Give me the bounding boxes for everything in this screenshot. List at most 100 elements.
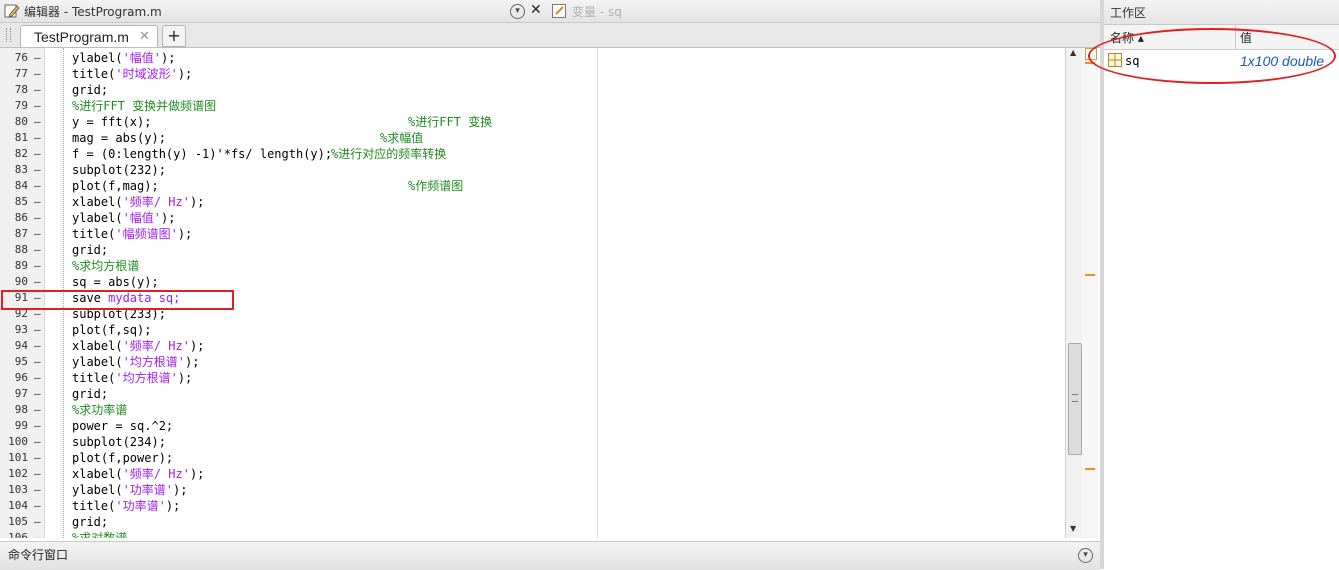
- command-window-menu-icon[interactable]: ▾: [1078, 548, 1093, 563]
- code-text: grid;: [72, 82, 108, 98]
- line-number: 88: [14, 243, 28, 256]
- breakpoint-marker[interactable]: –: [34, 274, 41, 290]
- code-text: grid;: [72, 242, 108, 258]
- breakpoint-marker[interactable]: –: [34, 482, 41, 498]
- breakpoint-marker[interactable]: –: [34, 146, 41, 162]
- line-number: 97: [14, 387, 28, 400]
- code-line[interactable]: 96– title('均方根谱');: [0, 370, 1065, 386]
- workspace-title-bar: 工作区: [1104, 0, 1339, 25]
- breakpoint-marker[interactable]: –: [34, 242, 41, 258]
- code-string: '功率谱': [115, 499, 166, 513]
- code-line[interactable]: 82– f = (0:length(y) -1)'*fs/ length(y);%…: [0, 146, 1065, 162]
- code-text: grid;: [72, 514, 108, 530]
- code-comment: %进行对应的频率转换: [331, 147, 447, 161]
- breakpoint-marker[interactable]: –: [34, 50, 41, 66]
- code-line[interactable]: 105– grid;: [0, 514, 1065, 530]
- code-line[interactable]: 87– title('幅频谱图');: [0, 226, 1065, 242]
- code-string: '频率/ Hz': [122, 339, 190, 353]
- code-line[interactable]: 83– subplot(232);: [0, 162, 1065, 178]
- breakpoint-marker[interactable]: –: [34, 114, 41, 130]
- code-line[interactable]: 77– title('时域波形');: [0, 66, 1065, 82]
- scroll-thumb-grip: [1072, 394, 1078, 402]
- code-line[interactable]: 101– plot(f,power);: [0, 450, 1065, 466]
- line-number: 95: [14, 355, 28, 368]
- breakpoint-marker[interactable]: –: [34, 402, 41, 418]
- code-line[interactable]: 100– subplot(234);: [0, 434, 1065, 450]
- warning-marker[interactable]: [1085, 468, 1095, 470]
- code-line[interactable]: 80– y = fft(x); %进行FFT 变换: [0, 114, 1065, 130]
- breakpoint-marker[interactable]: –: [34, 226, 41, 242]
- code-string: '幅频谱图': [115, 227, 178, 241]
- breakpoint-marker[interactable]: –: [34, 514, 41, 530]
- code-line[interactable]: 85– xlabel('频率/ Hz');: [0, 194, 1065, 210]
- editor-close-icon[interactable]: ✕: [530, 2, 542, 18]
- breakpoint-marker[interactable]: –: [34, 322, 41, 338]
- breakpoint-marker[interactable]: –: [34, 258, 41, 274]
- code-string: '功率谱': [122, 483, 174, 497]
- editor-vertical-scrollbar[interactable]: ▲ ▼: [1065, 48, 1083, 538]
- warning-marker[interactable]: [1085, 274, 1095, 276]
- variable-editor-icon[interactable]: [552, 4, 566, 18]
- breakpoint-marker[interactable]: –: [34, 450, 41, 466]
- code-line[interactable]: 102– xlabel('频率/ Hz');: [0, 466, 1065, 482]
- tab-close-icon[interactable]: ✕: [139, 29, 150, 44]
- breakpoint-marker[interactable]: –: [34, 178, 41, 194]
- breakpoint-marker[interactable]: –: [34, 386, 41, 402]
- code-line[interactable]: 86– ylabel('幅值');: [0, 210, 1065, 226]
- code-tail: );: [189, 195, 205, 209]
- code-text: title('功率谱');: [72, 498, 180, 514]
- code-editor[interactable]: 76– ylabel('幅值'); 77– title('时域波形'); 78– grid…: [0, 48, 1065, 538]
- code-line[interactable]: 79– %进行FFT 变换并做频谱图: [0, 98, 1065, 114]
- breakpoint-marker[interactable]: –: [34, 98, 41, 114]
- breakpoint-marker[interactable]: –: [34, 210, 41, 226]
- line-number: 85: [14, 195, 28, 208]
- breakpoint-marker[interactable]: –: [34, 354, 41, 370]
- code-line[interactable]: 106– %求对数谱: [0, 530, 1065, 538]
- code-line[interactable]: 81– mag = abs(y); %求幅值: [0, 130, 1065, 146]
- breakpoint-marker[interactable]: –: [34, 418, 41, 434]
- code-line[interactable]: 76– ylabel('幅值');: [0, 50, 1065, 66]
- code-line[interactable]: 94– xlabel('频率/ Hz');: [0, 338, 1065, 354]
- breakpoint-marker[interactable]: –: [34, 82, 41, 98]
- scroll-up-icon[interactable]: ▲: [1070, 48, 1076, 57]
- code-line[interactable]: 103– ylabel('功率谱');: [0, 482, 1065, 498]
- code-keyword-text: subplot(232);: [72, 163, 166, 177]
- code-line[interactable]: 98– %求功率谱: [0, 402, 1065, 418]
- breakpoint-marker[interactable]: –: [34, 338, 41, 354]
- breakpoint-marker[interactable]: –: [34, 498, 41, 514]
- tab-testprogram[interactable]: TestProgram.m ✕: [20, 25, 158, 47]
- code-line[interactable]: 95– ylabel('均方根谱');: [0, 354, 1065, 370]
- code-line[interactable]: 99– power = sq.^2;: [0, 418, 1065, 434]
- code-line[interactable]: 84– plot(f,mag); %作频谱图: [0, 178, 1065, 194]
- code-line[interactable]: 104– title('功率谱');: [0, 498, 1065, 514]
- code-line[interactable]: 97– grid;: [0, 386, 1065, 402]
- breakpoint-marker[interactable]: –: [34, 130, 41, 146]
- editor-menu-icon[interactable]: ▾: [510, 4, 525, 19]
- code-keyword-text: sq = abs(y);: [72, 275, 159, 289]
- line-number: 103: [8, 483, 28, 496]
- breakpoint-marker[interactable]: –: [34, 530, 41, 538]
- breakpoint-marker[interactable]: –: [34, 66, 41, 82]
- editor-title-bar: 编辑器 - TestProgram.m ▾ ✕ 变量 - sq: [0, 0, 1100, 23]
- scroll-thumb[interactable]: [1068, 343, 1082, 455]
- code-line[interactable]: 88– grid;: [0, 242, 1065, 258]
- breakpoint-marker[interactable]: –: [34, 466, 41, 482]
- code-comment: %求对数谱: [72, 531, 128, 538]
- breakpoint-marker[interactable]: –: [34, 194, 41, 210]
- variable-editor-tab[interactable]: 变量 - sq: [572, 3, 622, 20]
- code-line[interactable]: 89– %求均方根谱: [0, 258, 1065, 274]
- code-line[interactable]: 90– sq = abs(y);: [0, 274, 1065, 290]
- code-text: ylabel('幅值');: [72, 210, 175, 226]
- code-keyword-text: ylabel(: [72, 51, 123, 65]
- code-text: xlabel('频率/ Hz');: [72, 194, 204, 210]
- breakpoint-marker[interactable]: –: [34, 162, 41, 178]
- code-text: mag = abs(y);: [72, 130, 166, 146]
- scroll-down-icon[interactable]: ▼: [1070, 524, 1076, 533]
- tab-grip-icon[interactable]: [6, 28, 11, 42]
- breakpoint-marker[interactable]: –: [34, 370, 41, 386]
- code-tail: );: [173, 483, 188, 497]
- code-line[interactable]: 78– grid;: [0, 82, 1065, 98]
- new-tab-button[interactable]: +: [162, 25, 186, 47]
- code-line[interactable]: 93– plot(f,sq);: [0, 322, 1065, 338]
- breakpoint-marker[interactable]: –: [34, 434, 41, 450]
